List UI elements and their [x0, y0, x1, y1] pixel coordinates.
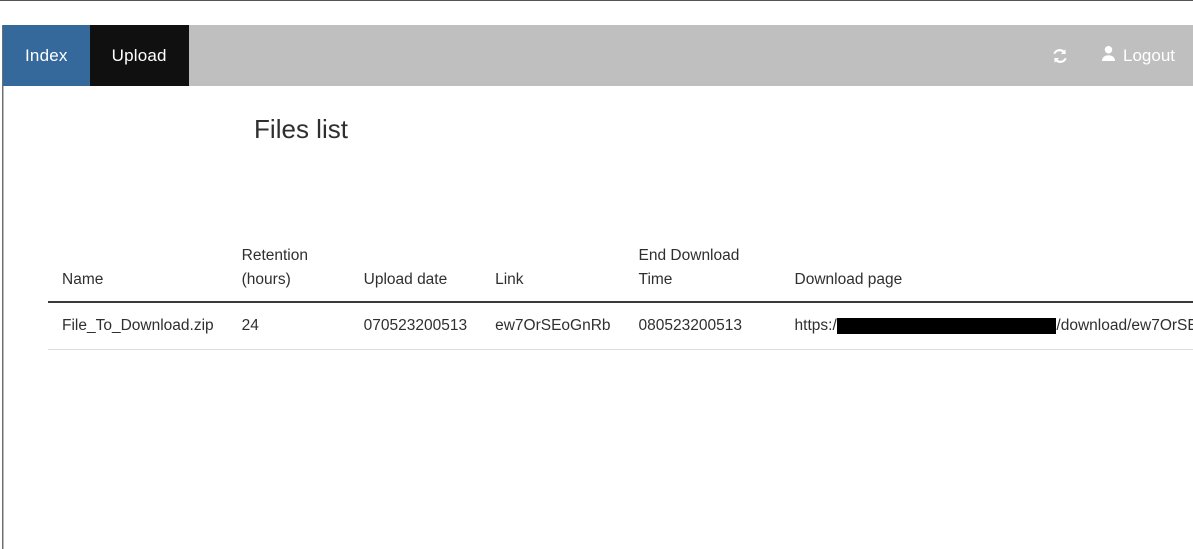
column-header-end-download-time: End Download Time	[624, 236, 781, 304]
nav-tab-upload-label: Upload	[111, 45, 167, 65]
table-row[interactable]: File_To_Download.zip 24 070523200513 ew7…	[48, 302, 1193, 350]
column-header-retention: Retention (hours)	[227, 236, 350, 304]
column-header-upload-date: Upload date	[349, 236, 482, 304]
download-page-url-suffix: /download/ew7OrSEoGnRb	[1056, 317, 1193, 335]
column-header-link: Link	[481, 236, 625, 304]
page-title: Files list	[254, 114, 348, 144]
navbar: Index Upload Logout	[3, 25, 1193, 86]
navbar-tabs: Index Upload	[3, 25, 189, 86]
nav-tab-index-label: Index	[25, 45, 68, 65]
nav-tab-upload[interactable]: Upload	[89, 25, 189, 86]
browser-top-strip	[0, 0, 1193, 25]
user-icon	[1101, 45, 1116, 67]
files-table-body: File_To_Download.zip 24 070523200513 ew7…	[48, 302, 1193, 350]
download-page-url-prefix: https:/	[794, 317, 837, 335]
cell-retention: 24	[227, 302, 350, 350]
column-header-name: Name	[48, 236, 228, 304]
cell-upload-date: 070523200513	[349, 302, 482, 350]
navbar-spacer	[189, 25, 1049, 86]
main-content: Files list Name Retention (hours) Upload…	[4, 86, 1193, 549]
cell-name: File_To_Download.zip	[48, 302, 228, 350]
files-table-container: Name Retention (hours) Upload date Link …	[48, 236, 1193, 350]
table-header-row: Name Retention (hours) Upload date Link …	[48, 236, 1193, 304]
column-header-download-page: Download page	[780, 236, 1193, 304]
files-table-head: Name Retention (hours) Upload date Link …	[48, 236, 1193, 304]
logout-button[interactable]: Logout	[1101, 45, 1175, 67]
nav-tab-index[interactable]: Index	[3, 25, 90, 86]
refresh-sync-icon[interactable]	[1049, 45, 1071, 67]
cell-download-page[interactable]: https:/████████████████████/download/ew7…	[780, 302, 1193, 350]
cell-end-download-time: 080523200513	[624, 302, 781, 350]
navbar-actions: Logout	[1049, 25, 1193, 86]
redaction-box: ████████████████████	[836, 318, 1057, 335]
files-table: Name Retention (hours) Upload date Link …	[48, 236, 1193, 350]
cell-link: ew7OrSEoGnRb	[481, 302, 625, 350]
logout-label: Logout	[1123, 45, 1175, 65]
